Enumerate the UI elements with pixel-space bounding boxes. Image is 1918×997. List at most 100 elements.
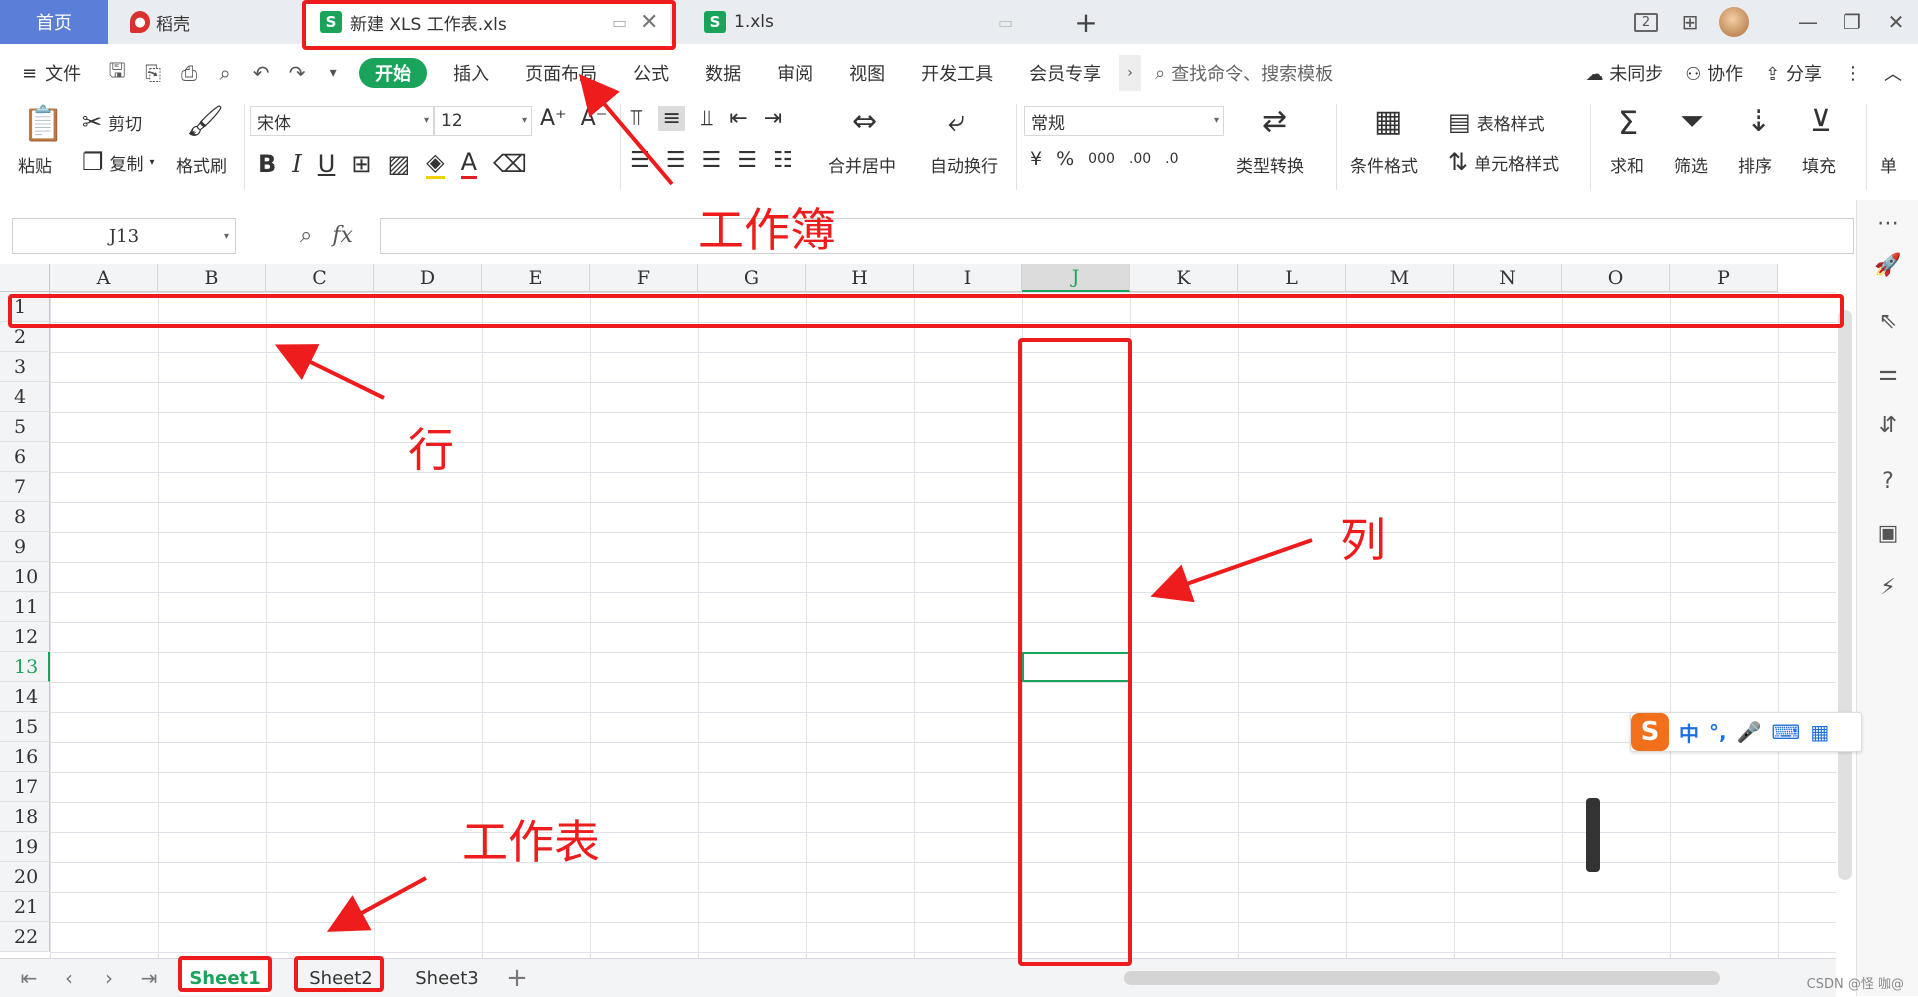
row-header-11[interactable]: 11 (0, 592, 50, 622)
font-name-select[interactable]: 宋体 ▾ (250, 106, 434, 136)
row-header-20[interactable]: 20 (0, 862, 50, 892)
column-header-g[interactable]: G (698, 264, 806, 292)
transform-icon[interactable]: ⇵ (1873, 410, 1903, 440)
grid-view-icon[interactable]: ⊞ (1668, 0, 1712, 44)
cursor-icon[interactable]: ⇖ (1873, 306, 1903, 336)
sort-icon[interactable]: ⇣ (1746, 104, 1771, 139)
lightning-icon[interactable]: ⚡ (1873, 572, 1903, 602)
close-window-icon[interactable]: ✕ (1874, 0, 1918, 44)
bold-button[interactable]: B (258, 150, 276, 178)
apps-icon[interactable]: ▦ (1810, 720, 1829, 744)
collab-button[interactable]: ⚇ 协作 (1685, 60, 1743, 86)
format-painter-button[interactable]: 格式刷 (176, 152, 227, 177)
more-options-icon[interactable]: ⋮ (1844, 63, 1862, 84)
help-icon[interactable]: ? (1873, 466, 1903, 496)
prev-sheet-icon[interactable]: ‹ (54, 963, 84, 993)
thousands-button[interactable]: 000 (1088, 151, 1115, 167)
column-header-m[interactable]: M (1346, 264, 1454, 292)
restore-icon[interactable]: ❐ (1830, 0, 1874, 44)
fill-icon[interactable]: ⊻ (1810, 104, 1832, 139)
row-header-6[interactable]: 6 (0, 442, 50, 472)
cell-fill-pattern-icon[interactable]: ▨ (387, 150, 410, 178)
row-header-19[interactable]: 19 (0, 832, 50, 862)
type-convert-button[interactable]: 类型转换 (1236, 152, 1304, 177)
single-button[interactable]: 单 (1880, 152, 1897, 177)
tab-data[interactable]: 数据 (687, 50, 759, 96)
minimize-icon[interactable]: — (1786, 0, 1830, 44)
align-bottom-icon[interactable]: ⫫ (701, 106, 713, 131)
merge-center-button[interactable]: 合并居中 (828, 152, 896, 177)
sliders-icon[interactable]: ⚌ (1873, 358, 1903, 388)
tab-member[interactable]: 会员专享 (1011, 50, 1119, 96)
decrease-font-icon[interactable]: A⁻ (581, 106, 608, 131)
print-preview-icon[interactable]: ⌕ (207, 55, 243, 91)
column-header-p[interactable]: P (1670, 264, 1778, 292)
align-top-icon[interactable]: ⫪ (630, 106, 642, 131)
align-right-icon[interactable]: ☰ (701, 148, 721, 173)
column-header-k[interactable]: K (1130, 264, 1238, 292)
border-icon[interactable]: ⊞ (351, 150, 371, 178)
print-icon[interactable]: ⎙ (171, 55, 207, 91)
wrap-text-icon[interactable]: ⤶ (948, 104, 965, 139)
conditional-format-icon[interactable]: ▦ (1374, 104, 1402, 139)
monitor-icon[interactable]: ▭ (998, 13, 1013, 32)
tab-review[interactable]: 审阅 (759, 50, 831, 96)
merge-center-icon[interactable]: ⇔ (852, 104, 877, 139)
column-header-d[interactable]: D (374, 264, 482, 292)
fx-button[interactable]: fx (332, 223, 353, 248)
table-style-button[interactable]: ▤ 表格样式 (1448, 108, 1545, 136)
row-header-16[interactable]: 16 (0, 742, 50, 772)
share-button[interactable]: ⇪ 分享 (1765, 60, 1822, 86)
row-header-9[interactable]: 9 (0, 532, 50, 562)
row-header-17[interactable]: 17 (0, 772, 50, 802)
clear-format-icon[interactable]: ⌫ (493, 150, 527, 178)
sort-button[interactable]: 排序 (1738, 152, 1772, 177)
command-search[interactable]: ⌕ 查找命令、搜索模板 (1155, 60, 1333, 86)
sheet-tab-3[interactable]: Sheet3 (400, 961, 494, 995)
tab-page-layout[interactable]: 页面布局 (507, 50, 615, 96)
italic-button[interactable]: I (292, 150, 301, 178)
copy-button[interactable]: ❐ 复制 ▾ (82, 148, 155, 176)
align-center-icon[interactable]: ☰ (666, 148, 686, 173)
row-header-8[interactable]: 8 (0, 502, 50, 532)
decrease-indent-icon[interactable]: ⇤ (729, 106, 747, 131)
select-all-button[interactable] (0, 264, 50, 292)
cell-area[interactable] (50, 292, 1836, 958)
column-header-n[interactable]: N (1454, 264, 1562, 292)
keyboard-icon[interactable]: ⌨ (1772, 720, 1801, 744)
new-tab-button[interactable]: + (1070, 6, 1102, 39)
last-sheet-icon[interactable]: ⇥ (134, 963, 164, 993)
column-header-e[interactable]: E (482, 264, 590, 292)
sync-button[interactable]: ☁ 未同步 (1586, 60, 1664, 86)
row-header-3[interactable]: 3 (0, 352, 50, 382)
column-header-o[interactable]: O (1562, 264, 1670, 292)
paste-icon[interactable]: 📋 (22, 104, 64, 144)
undo-icon[interactable]: ↶ (243, 55, 279, 91)
ime-punct[interactable]: °, (1709, 720, 1727, 744)
justify-icon[interactable]: ☰ (737, 148, 757, 173)
more-icon[interactable]: ⋯ (1873, 208, 1903, 238)
row-header-5[interactable]: 5 (0, 412, 50, 442)
vertical-scrollbar[interactable] (1838, 310, 1852, 880)
row-header-15[interactable]: 15 (0, 712, 50, 742)
formula-input[interactable] (380, 218, 1854, 254)
tab-docer[interactable]: ● 稻壳 (112, 0, 302, 44)
image-icon[interactable]: ▣ (1873, 518, 1903, 548)
column-header-c[interactable]: C (266, 264, 374, 292)
tab-formulas[interactable]: 公式 (615, 50, 687, 96)
underline-button[interactable]: U (318, 150, 336, 178)
column-header-i[interactable]: I (914, 264, 1022, 292)
redo-icon[interactable]: ↷ (279, 55, 315, 91)
name-box[interactable]: J13 ▾ (12, 218, 236, 254)
row-header-13[interactable]: 13 (0, 652, 50, 682)
cut-button[interactable]: ✂ 剪切 (82, 108, 142, 136)
conditional-format-button[interactable]: 条件格式 (1350, 152, 1418, 177)
fill-button[interactable]: 填充 (1802, 152, 1836, 177)
filter-icon[interactable]: ⏷ (1680, 104, 1704, 139)
font-size-select[interactable]: 12 ▾ (434, 106, 532, 136)
quick-access-dropdown-icon[interactable]: ▾ (315, 55, 351, 91)
add-sheet-icon[interactable]: + (502, 963, 532, 993)
decrease-decimal-button[interactable]: .0 (1165, 151, 1178, 167)
currency-button[interactable]: ¥ (1030, 148, 1042, 170)
rocket-icon[interactable]: 🚀 (1873, 250, 1903, 280)
